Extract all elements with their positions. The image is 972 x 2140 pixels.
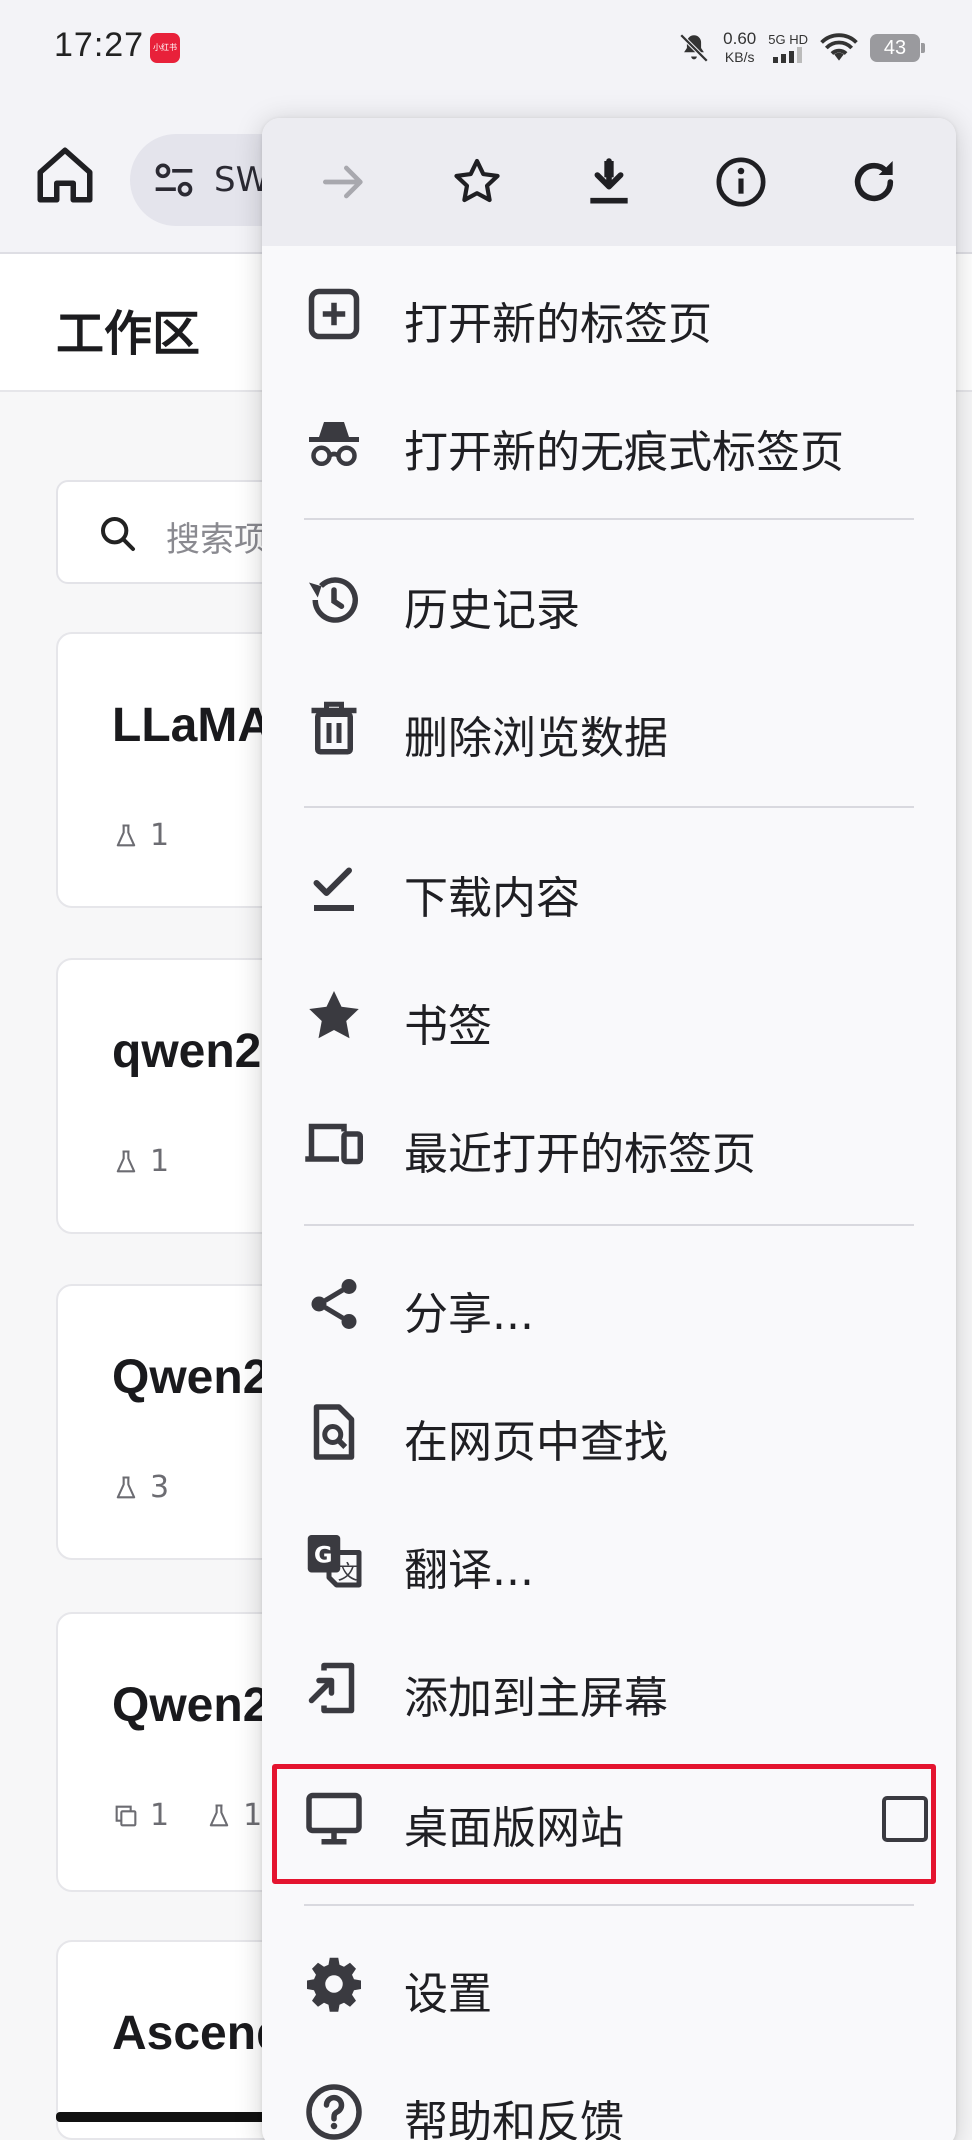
experiment-count: 1	[205, 1798, 262, 1833]
card-title: Qwen2	[112, 1679, 270, 1732]
page-title: 工作区	[56, 306, 201, 362]
battery-indicator: 43	[870, 34, 925, 62]
menu-item-settings[interactable]: 设置	[262, 1928, 956, 2038]
menu-item-label: 打开新的无痕式标签页	[404, 427, 844, 478]
help-icon	[306, 2084, 362, 2140]
history-icon	[309, 577, 358, 623]
bookmark-page-button[interactable]	[437, 142, 517, 222]
find-in-page-icon	[313, 1404, 355, 1460]
status-bar: 17:27 小红书 0.60 KB/s 5G HD 43	[0, 0, 972, 96]
url-text: SW	[214, 160, 270, 200]
menu-item-translate[interactable]: G 文 翻译...	[262, 1504, 956, 1614]
menu-item-label: 书签	[404, 1001, 492, 1052]
wifi-icon	[820, 33, 858, 61]
experiment-count: 3	[112, 1470, 169, 1505]
menu-item-label: 帮助和反馈	[404, 2097, 624, 2140]
menu-divider	[304, 1904, 914, 1906]
menu-item-add-to-home-screen[interactable]: 添加到主屏幕	[262, 1632, 956, 1742]
search-placeholder: 搜索项	[166, 520, 268, 560]
menu-divider	[304, 1224, 914, 1226]
menu-item-new-tab[interactable]: 打开新的标签页	[262, 258, 956, 368]
card-meta: 1 1	[112, 1798, 262, 1833]
downloads-icon	[313, 867, 354, 911]
signal-bars-icon	[773, 47, 803, 63]
flask-icon	[116, 823, 136, 846]
bookmark-star-icon	[453, 158, 500, 203]
add-to-home-icon	[308, 1662, 355, 1714]
menu-item-label: 删除浏览数据	[404, 713, 668, 764]
status-time: 17:27	[54, 26, 145, 64]
forward-button[interactable]	[304, 142, 384, 222]
flask-icon	[116, 1475, 136, 1498]
trash-icon	[311, 701, 357, 755]
flask-icon	[116, 1149, 136, 1172]
menu-item-label: 打开新的标签页	[404, 299, 712, 350]
card-title: Qwen2	[112, 1351, 270, 1404]
menu-action-row	[262, 118, 956, 246]
menu-item-label: 分享...	[404, 1289, 534, 1340]
page-info-button[interactable]	[701, 142, 781, 222]
card-title: Ascend	[112, 2007, 286, 2060]
experiment-count: 1	[112, 818, 169, 853]
menu-item-label: 最近打开的标签页	[404, 1129, 756, 1180]
card-title: LLaMA	[112, 699, 272, 752]
menu-item-label: 在网页中查找	[404, 1417, 668, 1468]
copy-count: 1	[112, 1798, 169, 1833]
download-page-button[interactable]	[569, 142, 649, 222]
menu-item-clear-browsing-data[interactable]: 删除浏览数据	[262, 672, 956, 782]
browser-overflow-menu: 打开新的标签页 打开新的无痕式标签页 历史记录 删除浏览数据 下载内容 书签 最…	[262, 118, 956, 2140]
menu-divider	[304, 518, 914, 520]
info-icon	[716, 157, 766, 207]
menu-item-downloads[interactable]: 下载内容	[262, 832, 956, 942]
svg-text:文: 文	[338, 1560, 358, 1584]
home-icon[interactable]	[32, 142, 98, 208]
menu-item-new-incognito-tab[interactable]: 打开新的无痕式标签页	[262, 386, 956, 496]
card-title: qwen2	[112, 1025, 262, 1078]
site-settings-icon[interactable]	[152, 158, 196, 202]
experiment-count: 1	[112, 1144, 169, 1179]
reload-icon	[854, 161, 893, 202]
menu-item-bookmarks[interactable]: 书签	[262, 960, 956, 1070]
mute-bell-icon	[679, 33, 709, 63]
cell-signal: 5G HD	[768, 33, 808, 63]
menu-item-label: 下载内容	[404, 873, 580, 924]
menu-item-find-in-page[interactable]: 在网页中查找	[262, 1376, 956, 1486]
menu-item-label: 设置	[404, 1969, 492, 2020]
settings-gear-icon	[307, 1957, 361, 2012]
new-tab-icon	[308, 288, 360, 340]
menu-item-label: 历史记录	[404, 585, 580, 636]
card-meta: 3	[112, 1470, 169, 1505]
search-icon	[101, 517, 135, 551]
forward-arrow-icon	[323, 165, 363, 199]
recent-tabs-icon	[305, 1123, 363, 1165]
incognito-icon	[309, 422, 359, 467]
app-notification-badge: 小红书	[150, 33, 180, 63]
menu-item-share[interactable]: 分享...	[262, 1248, 956, 1358]
bookmark-icon	[309, 991, 359, 1039]
copy-icon	[115, 1805, 137, 1826]
translate-icon: G 文	[307, 1535, 362, 1588]
card-meta: 1	[112, 1144, 169, 1179]
menu-item-label: 添加到主屏幕	[404, 1673, 668, 1724]
svg-text:G: G	[314, 1543, 332, 1569]
flask-icon	[209, 1803, 229, 1826]
menu-item-help-feedback[interactable]: 帮助和反馈	[262, 2056, 956, 2140]
status-icons: 0.60 KB/s 5G HD 43	[677, 26, 925, 70]
share-icon	[311, 1279, 357, 1329]
highlight-annotation-box	[272, 1764, 936, 1884]
menu-divider	[304, 806, 914, 808]
menu-item-recent-tabs[interactable]: 最近打开的标签页	[262, 1088, 956, 1198]
menu-item-label: 翻译...	[404, 1545, 534, 1596]
card-meta: 1	[112, 818, 169, 853]
network-speed: 0.60 KB/s	[723, 29, 757, 66]
menu-item-history[interactable]: 历史记录	[262, 544, 956, 654]
reload-button[interactable]	[834, 142, 914, 222]
download-icon	[590, 158, 628, 204]
